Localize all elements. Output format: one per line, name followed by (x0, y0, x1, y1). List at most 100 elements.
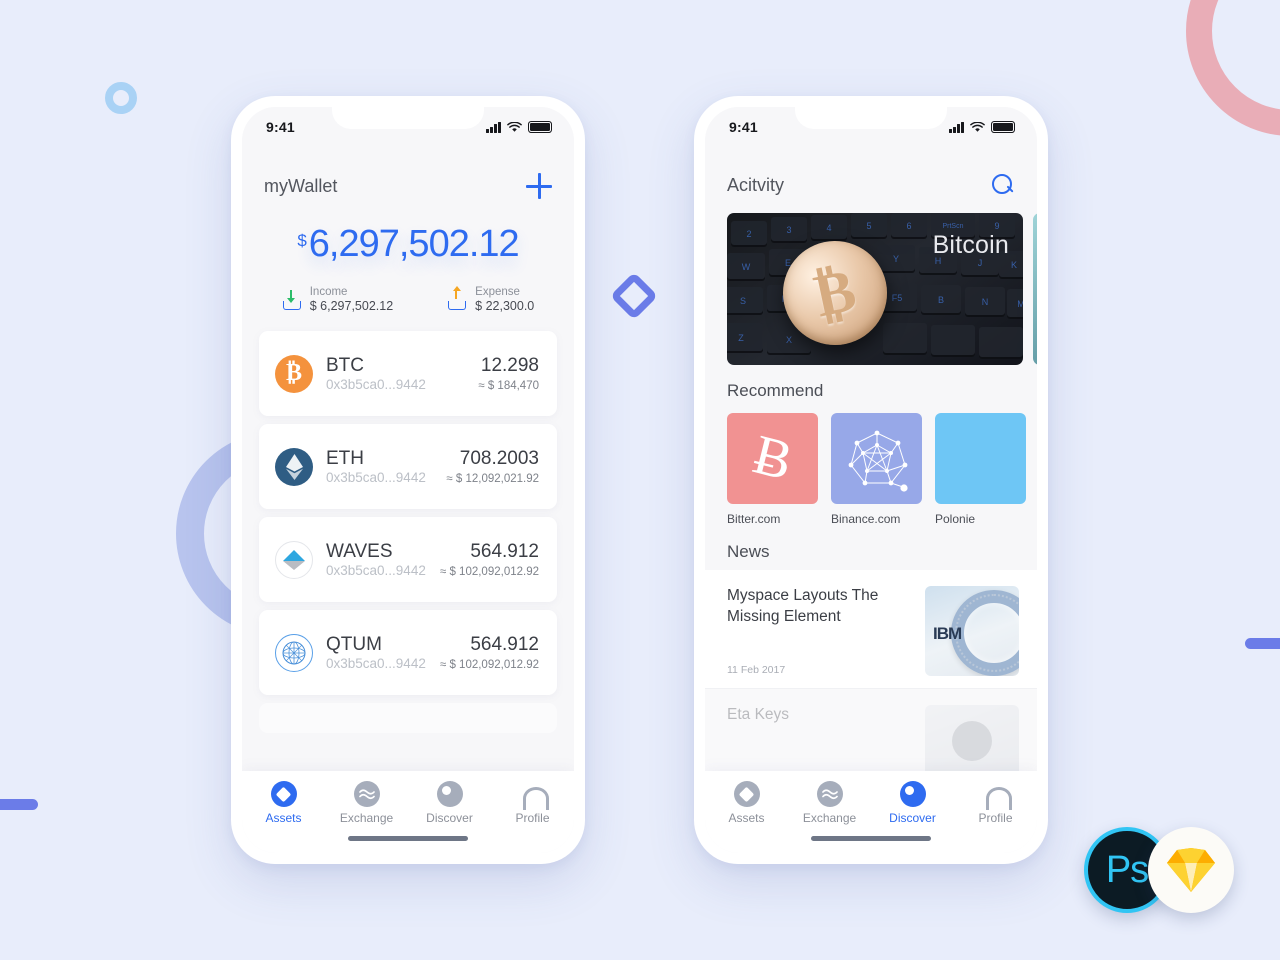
sketch-diamond-icon (1167, 848, 1215, 892)
table-row[interactable]: ETH 0x3b5ca0...9442 708.2003 ≈ $ 12,092,… (259, 424, 557, 509)
tab-label: Exchange (802, 811, 857, 825)
tab-discover[interactable]: Discover (415, 781, 485, 825)
banner-carousel[interactable]: 2 3 4 5 6 PrtScn 9 W E Y H J K S F5 B N … (705, 213, 1037, 365)
status-time: 9:41 (729, 119, 758, 135)
news-title: Myspace Layouts The Missing Element (727, 587, 879, 625)
asset-address: 0x3b5ca0...9442 (326, 377, 426, 393)
home-indicator[interactable] (811, 836, 931, 841)
expense-arrow-up-icon (447, 286, 467, 310)
expense-label: Expense (475, 286, 520, 298)
asset-symbol: QTUM (326, 633, 382, 655)
notch (332, 107, 484, 129)
income-label: Income (309, 286, 348, 298)
asset-symbol: ETH (326, 447, 364, 469)
profile-person-icon (520, 781, 549, 810)
tab-exchange[interactable]: Exchange (795, 781, 865, 825)
asset-amount: 12.298 (480, 355, 539, 377)
asset-fiat: ≈ $ 12,092,021.92 (446, 472, 539, 485)
tab-label: Profile (978, 811, 1013, 825)
ibm-logo-icon: IBM (933, 624, 962, 643)
assets-diamond-icon (733, 781, 760, 807)
decor-diamond-icon (609, 271, 659, 321)
tab-assets[interactable]: Assets (249, 781, 319, 825)
table-row-partial[interactable] (259, 703, 557, 733)
bitcoin-b-icon: Ƀ (727, 413, 818, 504)
plus-icon[interactable] (526, 173, 552, 199)
notch (795, 107, 947, 129)
signal-bars-icon (949, 121, 964, 133)
tab-assets[interactable]: Assets (712, 781, 782, 825)
banner-bitcoin[interactable]: 2 3 4 5 6 PrtScn 9 W E Y H J K S F5 B N … (727, 213, 1023, 365)
status-icons (949, 121, 1015, 133)
tab-bar: Assets Exchange Discover Profile (242, 771, 574, 853)
discover-compass-icon (899, 781, 926, 807)
page-title: myWallet (264, 175, 338, 196)
table-row[interactable]: QTUM 0x3b5ca0...9442 564.912 ≈ $ 102,092… (259, 610, 557, 695)
tab-profile[interactable]: Profile (961, 781, 1031, 825)
balance-amount: 6,297,502.12 (308, 223, 520, 265)
asset-symbol: BTC (326, 354, 364, 376)
wallet-screen: 9:41 myWallet $ 6,297,502.12 Income $ 6,… (242, 107, 574, 853)
discover-header: Acitvity (705, 147, 1037, 197)
tab-label: Profile (515, 811, 550, 825)
poster-canvas: 9:41 myWallet $ 6,297,502.12 Income $ 6,… (0, 0, 1280, 960)
tab-discover[interactable]: Discover (878, 781, 948, 825)
expense-value: $ 22,300.0 (475, 299, 535, 314)
banner-next-partial[interactable] (1033, 213, 1037, 365)
battery-full-icon (991, 121, 1015, 133)
status-icons (486, 121, 552, 133)
battery-full-icon (528, 121, 552, 133)
news-thumbnail: IBM (925, 586, 1019, 676)
server-ring-icon (951, 590, 1019, 676)
asset-symbol: WAVES (326, 540, 393, 562)
placeholder-icon (935, 413, 1026, 504)
table-row[interactable]: ₿ BTC 0x3b5ca0...9442 12.298 ≈ $ 184,470 (259, 331, 557, 416)
wifi-icon (970, 121, 985, 132)
recommend-label: Bitter.com (727, 512, 781, 526)
wifi-icon (507, 121, 522, 132)
recommend-list: Ƀ Bitter.com Binance.com Polonie (705, 401, 1037, 526)
tab-label: Discover (889, 811, 936, 825)
list-item[interactable]: Polonie (935, 413, 1026, 526)
home-indicator[interactable] (348, 836, 468, 841)
asset-address: 0x3b5ca0...9442 (326, 470, 426, 486)
income-expense-row: Income $ 6,297,502.12 Expense $ 22,300.0 (242, 285, 574, 317)
tab-label: Assets (728, 811, 765, 825)
assets-diamond-icon (270, 781, 297, 807)
banner-caption: Bitcoin (932, 231, 1009, 259)
photoshop-label: Ps (1105, 848, 1149, 891)
sketch-badge (1148, 827, 1234, 913)
ethereum-icon (275, 447, 313, 486)
asset-amount: 564.912 (470, 541, 539, 563)
section-title-news: News (727, 542, 770, 561)
tab-profile[interactable]: Profile (498, 781, 568, 825)
expense-summary: Expense $ 22,300.0 (447, 285, 534, 315)
asset-address: 0x3b5ca0...9442 (326, 656, 426, 672)
bitcoin-icon: ₿ (275, 354, 313, 393)
search-icon[interactable] (991, 173, 1015, 197)
status-bar: 9:41 (242, 107, 574, 147)
waves-icon (275, 540, 313, 579)
asset-list: ₿ BTC 0x3b5ca0...9442 12.298 ≈ $ 184,470 (242, 331, 574, 733)
list-item[interactable]: Myspace Layouts The Missing Element 11 F… (705, 570, 1037, 689)
section-title-recommend: Recommend (727, 381, 824, 400)
decor-bar-right (1245, 638, 1280, 649)
status-bar: 9:41 (705, 107, 1037, 147)
asset-fiat: ≈ $ 102,092,012.92 (439, 658, 539, 671)
tab-exchange[interactable]: Exchange (332, 781, 402, 825)
page-title: Acitvity (727, 174, 785, 195)
list-item[interactable]: Binance.com (831, 413, 922, 526)
exchange-waves-icon (353, 781, 380, 807)
decor-ring-small-icon (105, 82, 137, 114)
income-value: $ 6,297,502.12 (309, 299, 394, 314)
decor-bar-left (0, 799, 38, 810)
qtum-icon (275, 633, 313, 672)
table-row[interactable]: WAVES 0x3b5ca0...9442 564.912 ≈ $ 102,09… (259, 517, 557, 602)
exchange-waves-icon (816, 781, 843, 807)
tab-label: Discover (426, 811, 473, 825)
signal-bars-icon (486, 121, 501, 133)
asset-amount: 564.912 (470, 634, 539, 656)
status-time: 9:41 (266, 119, 295, 135)
news-date: 11 Feb 2017 (727, 664, 786, 676)
list-item[interactable]: Ƀ Bitter.com (727, 413, 818, 526)
